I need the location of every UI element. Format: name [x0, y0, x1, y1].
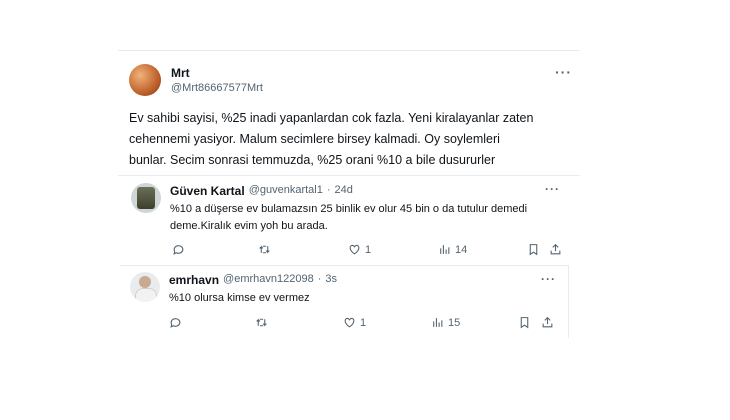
share-button[interactable]	[549, 243, 562, 256]
views-count: 14	[455, 243, 468, 256]
reply-text-line-2: deme.Kiralık evim yoh bu arada.	[170, 220, 328, 232]
views-count: 15	[448, 316, 461, 329]
avatar[interactable]	[129, 64, 161, 96]
reply-text-line-1: %10 a düşerse ev bulamazsın 25 binlik ev…	[170, 203, 528, 215]
retweet-button[interactable]	[255, 316, 268, 329]
reply-button[interactable]	[172, 243, 185, 256]
author-name[interactable]: emrhavn	[169, 273, 219, 287]
views-button[interactable]: 15	[431, 316, 460, 329]
tweet-text-line-1: Ev sahibi sayisi, %25 inadi yapanlardan …	[129, 111, 534, 125]
author-name[interactable]: Mrt	[171, 66, 190, 80]
reply-button[interactable]	[169, 316, 182, 329]
retweet-icon	[259, 245, 270, 254]
views-icon	[440, 245, 450, 254]
separator: ·	[326, 184, 331, 196]
retweet-icon	[256, 318, 267, 327]
views-button[interactable]: 14	[438, 243, 467, 256]
author-handle[interactable]: @Mrt86667577Mrt	[171, 82, 263, 94]
tweet-text-line-3: bunlar. Secim sonrasi temmuzda, %25 oran…	[129, 153, 496, 167]
divider-top	[118, 50, 580, 51]
author-name[interactable]: Güven Kartal	[170, 184, 245, 198]
more-icon[interactable]: ···	[545, 182, 560, 196]
retweet-button[interactable]	[258, 243, 271, 256]
bookmark-icon	[520, 317, 529, 329]
bookmark-button[interactable]	[518, 316, 531, 329]
like-icon	[349, 244, 360, 255]
avatar[interactable]	[130, 272, 160, 302]
bookmark-button[interactable]	[527, 243, 540, 256]
share-icon	[550, 243, 561, 255]
bookmark-icon	[529, 244, 538, 256]
tweet-text-line-2: cehennemi yasiyor. Malum secimlere birse…	[129, 132, 500, 146]
author-handle[interactable]: @emrhavn122098	[223, 273, 314, 287]
author-handle[interactable]: @guvenkartal1	[249, 184, 323, 198]
timestamp[interactable]: 24d	[335, 184, 353, 198]
like-button[interactable]: 1	[343, 316, 366, 329]
timestamp[interactable]: 3s	[325, 273, 337, 287]
share-button[interactable]	[541, 316, 554, 329]
views-icon	[433, 318, 443, 327]
like-icon	[344, 317, 355, 328]
more-icon[interactable]: ···	[541, 272, 556, 286]
reply-icon	[170, 318, 181, 328]
like-count: 1	[360, 316, 367, 329]
reply-icon	[173, 245, 184, 255]
share-icon	[542, 316, 553, 328]
separator: ·	[317, 273, 322, 285]
reply-text: %10 olursa kimse ev vermez	[169, 292, 310, 304]
more-icon[interactable]: ···	[555, 64, 572, 80]
avatar[interactable]	[131, 183, 161, 213]
like-count: 1	[365, 243, 372, 256]
like-button[interactable]: 1	[348, 243, 371, 256]
